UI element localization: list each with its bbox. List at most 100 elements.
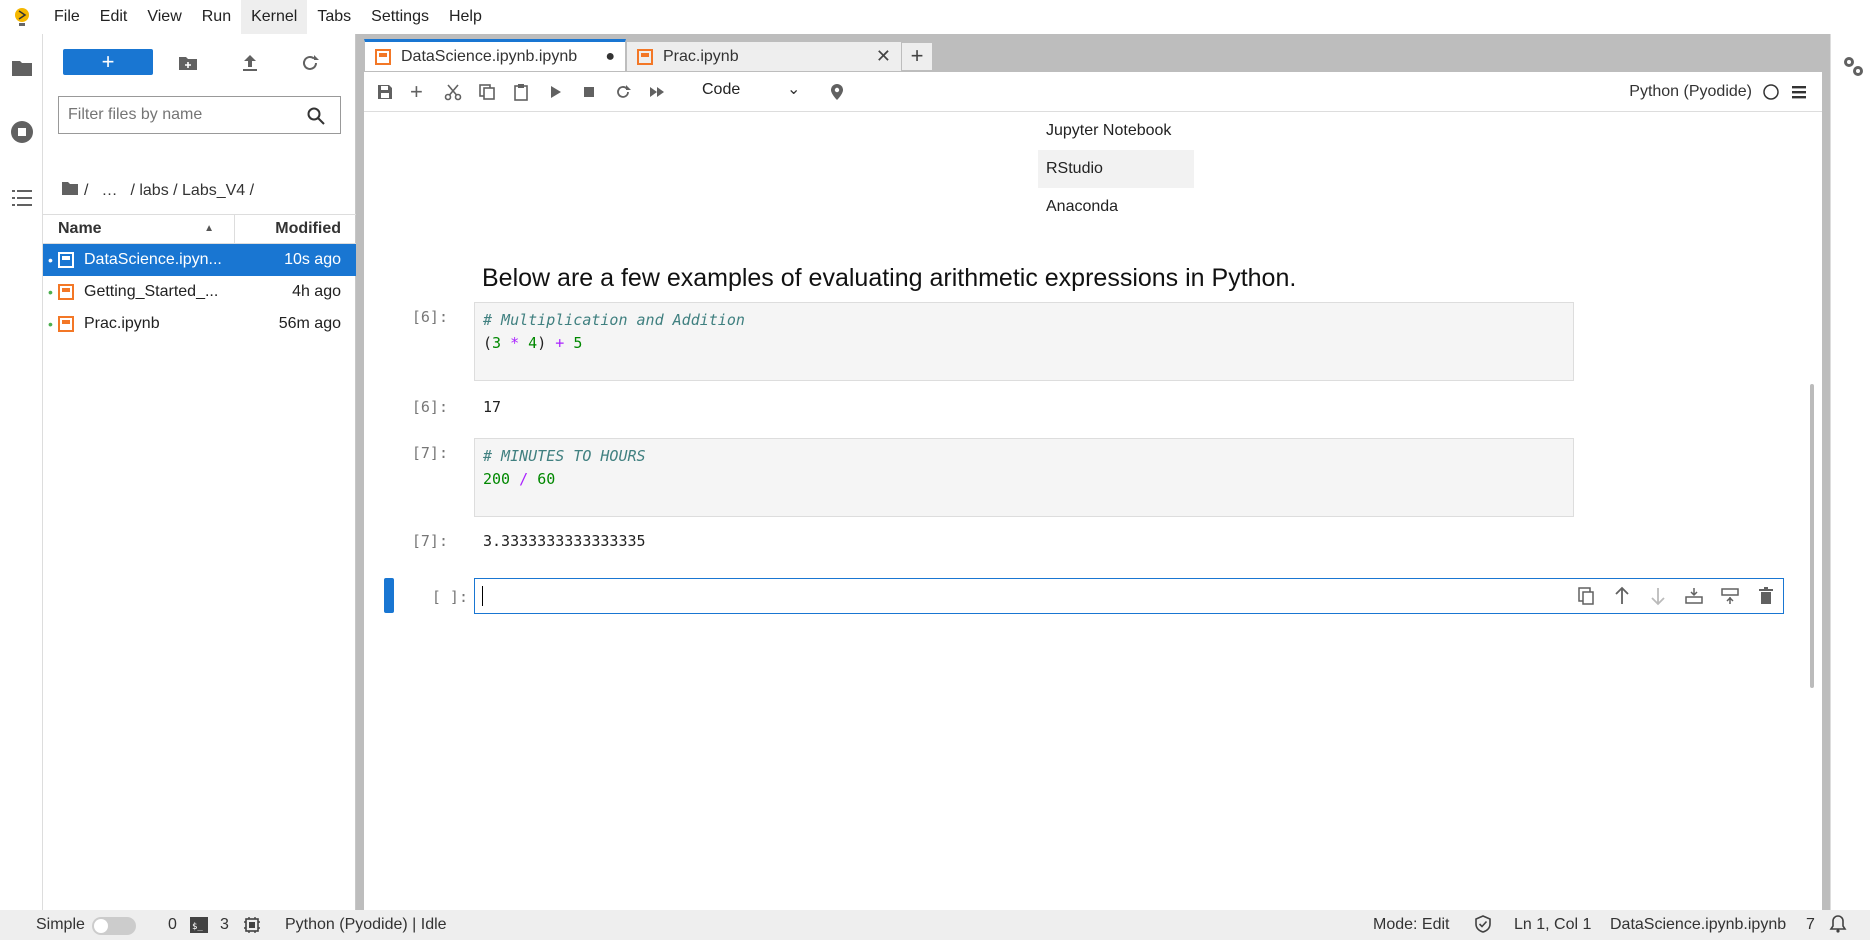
new-folder-icon[interactable]	[177, 52, 199, 74]
run-icon[interactable]	[546, 83, 566, 103]
menu-view[interactable]: View	[137, 0, 191, 34]
duplicate-cell-icon[interactable]	[1575, 585, 1597, 607]
md-list-item: Anaconda	[1046, 198, 1119, 215]
md-list-item: Jupyter Notebook	[1046, 122, 1172, 139]
file-name: Getting_Started_...	[84, 283, 219, 300]
cell-toolbar	[1575, 585, 1777, 607]
menu-icon[interactable]	[1790, 83, 1810, 103]
menu-kernel[interactable]: Kernel	[241, 0, 308, 34]
breadcrumb-root[interactable]: /	[84, 182, 88, 200]
status-bar: Simple 0 $_ 3 Python (Pyodide) | Idle Mo…	[0, 910, 1870, 940]
sort-ascending-icon: ▲	[204, 223, 214, 234]
cell-type-value: Code	[702, 81, 741, 98]
move-down-icon[interactable]	[1647, 585, 1669, 607]
fast-forward-icon[interactable]	[648, 83, 668, 103]
notebook-icon	[58, 284, 74, 300]
tab-prac[interactable]: Prac.ipynb ✕	[626, 41, 902, 72]
table-of-contents-icon[interactable]	[10, 186, 34, 210]
tab-datascience[interactable]: DataScience.ipynb.ipynb ●	[364, 39, 626, 72]
output-prompt: [6]:	[411, 398, 448, 416]
simple-mode-label: Simple	[36, 916, 85, 933]
kernel-status-text[interactable]: Python (Pyodide) | Idle	[285, 916, 447, 934]
md-list-item: RStudio	[1038, 150, 1194, 188]
tab-bar: DataScience.ipynb.ipynb ● Prac.ipynb ✕ +	[356, 34, 1830, 72]
right-sidebar-tabs	[1830, 34, 1870, 910]
menu-file[interactable]: File	[44, 0, 90, 34]
cursor-position[interactable]: Ln 1, Col 1	[1514, 916, 1591, 934]
notebook-icon	[637, 48, 653, 65]
cell-output: 17	[483, 398, 502, 416]
insert-cell-icon[interactable]: +	[410, 81, 430, 103]
insert-below-icon[interactable]	[1719, 585, 1741, 607]
left-sidebar-tabs	[0, 34, 43, 910]
menu-edit[interactable]: Edit	[90, 0, 138, 34]
search-icon	[306, 106, 326, 126]
scrollbar-thumb[interactable]	[1810, 384, 1814, 688]
cut-icon[interactable]	[444, 83, 464, 103]
close-tab-icon[interactable]: ✕	[876, 46, 891, 67]
kernel-name[interactable]: Python (Pyodide)	[1629, 83, 1752, 101]
code-line: # MINUTES TO HOURS	[483, 447, 646, 465]
stop-icon[interactable]	[580, 83, 600, 103]
move-up-icon[interactable]	[1611, 585, 1633, 607]
modified-column-header[interactable]: Modified	[235, 220, 356, 238]
upload-icon[interactable]	[239, 52, 261, 74]
running-kernels-icon[interactable]	[10, 120, 34, 144]
simple-mode-toggle[interactable]	[92, 917, 136, 935]
file-row-prac[interactable]: • Prac.ipynb 56m ago	[43, 308, 356, 340]
file-row-getting-started[interactable]: • Getting_Started_... 4h ago	[43, 276, 356, 308]
kernel-count[interactable]: 3	[220, 916, 229, 934]
restart-icon[interactable]	[614, 83, 634, 103]
delete-cell-icon[interactable]	[1755, 585, 1777, 607]
paste-icon[interactable]	[512, 83, 532, 103]
code-line: (3 * 4) + 5	[483, 334, 583, 352]
file-name: DataScience.ipyn...	[84, 251, 222, 268]
menu-run[interactable]: Run	[192, 0, 241, 34]
file-browser-toolbar: +	[43, 34, 356, 90]
code-cell-input[interactable]: # Multiplication and Addition (3 * 4) + …	[474, 302, 1574, 381]
name-column-label: Name	[58, 220, 102, 237]
jupyterlite-logo-icon	[0, 0, 44, 34]
breadcrumb-ellipsis[interactable]: …	[101, 182, 117, 200]
refresh-icon[interactable]	[299, 52, 321, 74]
cell-type-select[interactable]: Code ⌄	[702, 81, 802, 105]
file-row-datascience[interactable]: • DataScience.ipyn... 10s ago	[43, 244, 356, 276]
notebook-icon	[58, 252, 74, 268]
shield-check-icon[interactable]	[1474, 915, 1492, 938]
menu-bar: File Edit View Run Kernel Tabs Settings …	[0, 0, 1870, 34]
file-list-header: Name ▲ Modified	[43, 214, 356, 244]
filter-files-input[interactable]	[68, 106, 288, 124]
cell-output: 3.3333333333333335	[483, 532, 646, 550]
menu-settings[interactable]: Settings	[361, 0, 439, 34]
insert-above-icon[interactable]	[1683, 585, 1705, 607]
tab-label: DataScience.ipynb.ipynb	[401, 47, 578, 65]
unsaved-dot-icon[interactable]: ●	[605, 48, 615, 66]
svg-text:$_: $_	[192, 922, 203, 932]
file-name: Prac.ipynb	[84, 315, 160, 332]
new-tab-button[interactable]: +	[902, 43, 932, 70]
git-location-icon[interactable]	[828, 83, 848, 103]
file-modified: 4h ago	[292, 283, 341, 300]
breadcrumb-path[interactable]: / labs / Labs_V4 /	[130, 182, 254, 200]
input-prompt: [7]:	[411, 444, 448, 462]
menu-help[interactable]: Help	[439, 0, 492, 34]
copy-icon[interactable]	[478, 83, 498, 103]
save-icon[interactable]	[376, 83, 396, 103]
active-code-cell-input[interactable]	[474, 578, 1784, 614]
menu-tabs[interactable]: Tabs	[307, 0, 361, 34]
code-cell-input[interactable]: # MINUTES TO HOURS 200 / 60	[474, 438, 1574, 517]
running-indicator-icon: •	[48, 316, 53, 332]
bell-icon[interactable]	[1828, 914, 1848, 939]
notebook-toolbar: + Code ⌄ Python (Pyodide)	[364, 72, 1822, 112]
property-inspector-gears-icon[interactable]	[1841, 54, 1865, 83]
code-line: # Multiplication and Addition	[483, 311, 745, 329]
edit-mode-text: Mode: Edit	[1373, 916, 1450, 933]
folder-icon[interactable]	[10, 56, 34, 80]
notebook-content: Jupyter Notebook RStudio Anaconda Below …	[364, 112, 1822, 910]
breadcrumb-home-folder-icon[interactable]	[61, 180, 79, 201]
new-launcher-button[interactable]: +	[63, 49, 153, 75]
notebook-icon	[58, 316, 74, 332]
terminal-count[interactable]: 0	[168, 916, 177, 934]
name-column-header[interactable]: Name ▲	[43, 214, 235, 244]
input-prompt: [6]:	[411, 308, 448, 326]
